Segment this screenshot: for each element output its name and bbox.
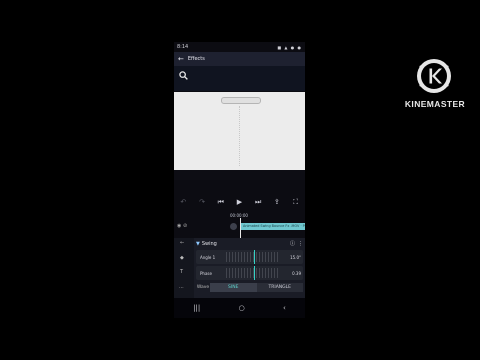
back-arrow-icon[interactable]: ← <box>178 55 184 63</box>
text-icon[interactable]: T <box>180 269 183 275</box>
param-value[interactable]: 0.39 <box>292 271 301 276</box>
transport-controls: ↶ ↷ ⏮ ▶ ⏭ ⇪ ⛶ <box>174 192 305 212</box>
effect-name: Swing <box>201 240 217 247</box>
preview-divider <box>174 170 305 180</box>
fullscreen-icon[interactable]: ⛶ <box>290 198 302 207</box>
kinemaster-logo <box>417 59 451 93</box>
back-icon[interactable]: ← <box>180 240 184 246</box>
share-icon[interactable]: ⇪ <box>271 198 283 206</box>
back-nav-icon[interactable]: ‹ <box>283 304 286 312</box>
slider-marker[interactable] <box>254 250 255 264</box>
skip-forward-icon[interactable]: ⏭ <box>252 198 264 207</box>
wave-label: Wave <box>196 285 210 290</box>
drag-handle[interactable] <box>221 97 261 104</box>
menu-icon[interactable]: ⋮ <box>298 241 303 247</box>
redo-icon[interactable]: ↷ <box>196 198 208 206</box>
wave-option-sine[interactable]: SINE <box>210 283 257 292</box>
page-title: Effects <box>187 56 205 62</box>
status-icons: ■ ▲ ● ● <box>277 44 302 50</box>
slider-track[interactable] <box>226 268 278 278</box>
param-row-angle[interactable]: Angle 1 15.0° <box>196 250 303 264</box>
skip-back-icon[interactable]: ⏮ <box>215 198 227 207</box>
status-bar: 8:14 ■ ▲ ● ● <box>174 42 305 52</box>
param-label: Phase <box>200 271 212 276</box>
undo-icon[interactable]: ↶ <box>177 198 189 206</box>
search-icon[interactable] <box>179 71 188 80</box>
status-time: 8:14 <box>177 44 189 50</box>
video-preview[interactable] <box>174 92 305 170</box>
param-row-phase[interactable]: Phase 0.39 <box>196 266 303 280</box>
wave-selector: Wave SINE TRIANGLE <box>196 283 303 292</box>
app-header: ← Effects <box>174 52 305 66</box>
more-dots-icon[interactable]: ··· <box>179 285 184 291</box>
wave-option-triangle[interactable]: TRIANGLE <box>256 283 303 292</box>
panel-sidebar: ← ◆ T ··· <box>174 238 194 298</box>
slider-track[interactable] <box>226 252 278 262</box>
param-label: Angle 1 <box>200 255 216 260</box>
timeline-clip[interactable]: Animated Swing Bounce Fx .MOV · Preview <box>241 223 305 230</box>
timecode: 00:00:00 <box>230 213 248 218</box>
clip-thumb[interactable] <box>230 223 237 230</box>
effect-dropdown-icon[interactable]: ▼ <box>196 241 200 247</box>
search-row <box>174 66 305 91</box>
recents-icon[interactable]: ||| <box>193 304 200 312</box>
effect-panel: ← ◆ T ··· ▼ Swing ⓘ ⋮ Angle 1 15.0° Phas… <box>174 238 305 298</box>
param-value[interactable]: 15.0° <box>290 255 301 260</box>
keyframe-icon[interactable]: ◆ <box>180 255 184 261</box>
effect-header: ▼ Swing ⓘ ⋮ <box>196 239 303 248</box>
center-guide <box>239 106 240 166</box>
play-icon[interactable]: ▶ <box>233 198 245 206</box>
home-icon[interactable]: ○ <box>239 304 245 312</box>
slider-marker[interactable] <box>254 266 255 280</box>
android-nav-bar: ||| ○ ‹ <box>174 298 305 318</box>
brand-name: KINEMASTER <box>404 99 466 109</box>
timeline[interactable]: 00:00:00 ◉ ⊘ Animated Swing Bounce Fx .M… <box>174 212 305 238</box>
eye-icon[interactable]: ◉ ⊘ <box>177 223 187 229</box>
info-icon[interactable]: ⓘ <box>290 240 295 247</box>
phone-screen: 8:14 ■ ▲ ● ● ← Effects ↶ ↷ ⏮ ▶ ⏭ ⇪ ⛶ 00:… <box>174 42 305 318</box>
